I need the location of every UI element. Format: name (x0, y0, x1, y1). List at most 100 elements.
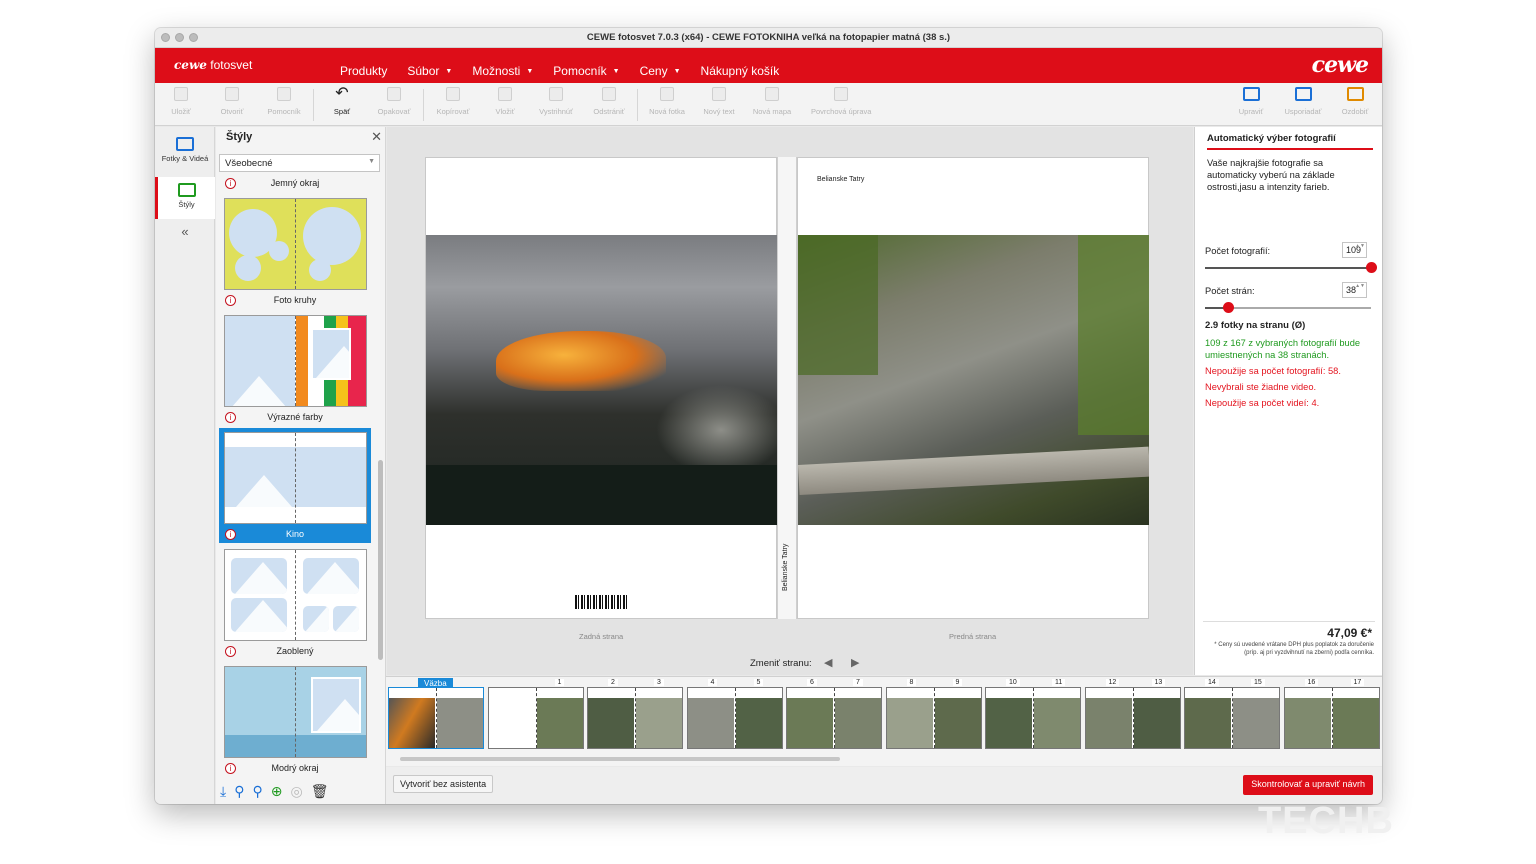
save-button[interactable]: Uložiť (155, 87, 207, 116)
prev-page-arrow-icon[interactable]: ◀ (824, 656, 832, 669)
toolbar-label: Otvoriť (220, 107, 244, 116)
title-bar: CEWE fotosvet 7.0.3 (x64) - CEWE FOTOKNI… (155, 28, 1382, 48)
panel-description: Vaše najkrajšie fotografie sa automatick… (1207, 158, 1335, 192)
styles-icon (177, 183, 196, 197)
divider (1203, 621, 1375, 622)
redo-button[interactable]: Opakovať (368, 87, 420, 116)
photos-count-label: Počet fotografií: (1205, 246, 1271, 256)
download-icon[interactable]: ⤓ (220, 783, 226, 803)
style-item-modry-okraj[interactable]: i Modrý okraj (219, 662, 371, 777)
stepper-arrows-icon[interactable]: ▲▼ (1355, 283, 1365, 290)
strip-scrollbar[interactable] (400, 757, 840, 761)
delete-button[interactable]: Odstrániť (583, 87, 635, 116)
front-cover-page[interactable]: Belianske Tatry (797, 157, 1149, 619)
style-item-jemny-okraj[interactable]: i Jemný okraj (219, 175, 371, 192)
trash-icon[interactable]: 🗑 (311, 783, 329, 803)
redo-icon (387, 87, 401, 101)
photo-mountain-sunset[interactable] (426, 235, 777, 525)
status-ok-message: 109 z 167 z vybraných fotografií bude um… (1205, 338, 1361, 360)
new-photo-button[interactable]: Nová fotka (641, 87, 693, 116)
photos-count-stepper[interactable]: 109 ▲▼ (1342, 242, 1367, 258)
book-spine[interactable]: Belianske Tatry (777, 157, 797, 619)
menu-subor[interactable]: Súbor ▼ (407, 64, 452, 78)
copy-button[interactable]: Kopírovať (427, 87, 479, 116)
no-video-message: Nevybrali ste žiadne video. (1205, 382, 1317, 392)
pages-slider[interactable] (1205, 302, 1371, 313)
chevron-down-icon: ▼ (526, 68, 534, 75)
slider-knob[interactable] (1366, 262, 1377, 273)
page-number: 12 (1105, 679, 1120, 686)
decorate-button[interactable]: Ozdobiť (1329, 87, 1381, 116)
close-icon[interactable]: ✕ (371, 129, 382, 145)
check-and-edit-button[interactable]: Skontrolovať a upraviť návrh (1243, 775, 1373, 795)
chevron-down-icon: ▼ (368, 158, 375, 165)
page-number: 17 (1350, 679, 1365, 686)
undo-button[interactable]: ↶ Späť (316, 85, 368, 117)
arrange-button[interactable]: Usporiadať (1277, 87, 1329, 116)
menu-label: Ceny (639, 64, 668, 78)
tab-photos-videos[interactable]: Fotky & Videá (155, 137, 215, 163)
users-icon[interactable]: ⚲ (252, 783, 262, 803)
back-cover-page[interactable] (425, 157, 777, 619)
page-spread-thumbnail[interactable]: 10 11 (985, 679, 1081, 749)
new-map-button[interactable]: Nová mapa (746, 87, 798, 116)
menu-kosik[interactable]: Nákupný košík (701, 64, 780, 78)
paste-icon (498, 87, 512, 101)
settings-icon[interactable]: ◎ (290, 783, 302, 803)
helper-button[interactable]: Pomocník (258, 87, 310, 116)
toolbar: Uložiť Otvoriť Pomocník ↶ Späť Opakovať K… (155, 83, 1382, 126)
photos-slider[interactable] (1205, 262, 1377, 273)
front-title-text[interactable]: Belianske Tatry (817, 176, 864, 183)
tab-styles[interactable]: Štýly (155, 177, 215, 219)
undo-icon: ↶ (335, 85, 349, 102)
text-icon (712, 87, 726, 101)
style-item-zaobleny[interactable]: i Zaoblený (219, 545, 371, 660)
add-style-icon[interactable]: ⊕ (271, 783, 283, 803)
open-button[interactable]: Otvoriť (206, 87, 258, 116)
thumbnail-photo (1233, 698, 1279, 748)
page-spread-thumbnail[interactable]: 23 (587, 679, 683, 749)
scroll-thumb[interactable] (378, 460, 383, 660)
menu-label: Pomocník (553, 64, 607, 78)
page-spread-thumbnail[interactable]: 12 13 (1084, 679, 1181, 749)
users-icon[interactable]: ⚲ (234, 783, 244, 803)
page-number: 13 (1151, 679, 1166, 686)
toolbar-label: Ozdobiť (1341, 107, 1369, 116)
menu-moznosti[interactable]: Možnosti ▼ (472, 64, 533, 78)
page-spread-thumbnail[interactable]: 1 (487, 679, 584, 749)
page-spread-thumbnail[interactable]: 89 (885, 679, 982, 749)
menu-ceny[interactable]: Ceny ▼ (640, 64, 681, 78)
edit-icon (1242, 87, 1260, 101)
menu-produkty[interactable]: Produkty (340, 64, 387, 78)
style-item-foto-kruhy[interactable]: i Foto kruhy (219, 194, 371, 309)
photo-rocky-stream[interactable] (798, 235, 1149, 525)
create-without-assistant-button[interactable]: Vytvoriť bez asistenta (393, 775, 494, 793)
style-category-select[interactable]: Všeobecné ▼ (219, 154, 380, 172)
style-item-kino[interactable]: i Kino (219, 428, 371, 543)
new-text-button[interactable]: Nový text (693, 87, 745, 116)
style-item-vyrazne-farby[interactable]: i Výrazné farby (219, 311, 371, 426)
page-spread-thumbnail[interactable]: 67 (786, 679, 882, 749)
cut-button[interactable]: Vystrihnúť (530, 87, 582, 116)
menu-pomocnik[interactable]: Pomocník ▼ (553, 64, 619, 78)
stepper-arrows-icon[interactable]: ▲▼ (1355, 243, 1365, 250)
menu-bar: cewe fotosvet Produkty Súbor ▼ Možnosti ▼ … (155, 48, 1382, 83)
styles-scrollbar[interactable] (377, 175, 384, 777)
page-spread-thumbnail[interactable]: 16 17 (1283, 679, 1380, 749)
edit-button[interactable]: Upraviť (1225, 87, 1277, 116)
cover-spread-thumbnail[interactable] (388, 687, 484, 749)
styles-panel-title: Štýly (226, 131, 253, 143)
collapse-panel-button[interactable]: « (155, 224, 215, 239)
tab-label: Štýly (178, 200, 195, 209)
pages-count-stepper[interactable]: 38 ▲▼ (1342, 282, 1367, 298)
slider-knob[interactable] (1223, 302, 1235, 313)
page-number: 2 (608, 679, 618, 686)
surface-finish-button[interactable]: Povrchová úprava (811, 87, 871, 116)
paste-button[interactable]: Vložiť (479, 87, 531, 116)
page-spread-thumbnail[interactable]: 45 (686, 679, 783, 749)
page-spread-thumbnail[interactable]: 14 15 (1184, 679, 1280, 749)
next-page-arrow-icon[interactable]: ▶ (851, 656, 859, 669)
page-number: 7 (853, 679, 863, 686)
toolbar-divider (423, 89, 424, 121)
app-logo-brand: cewe (174, 58, 207, 72)
